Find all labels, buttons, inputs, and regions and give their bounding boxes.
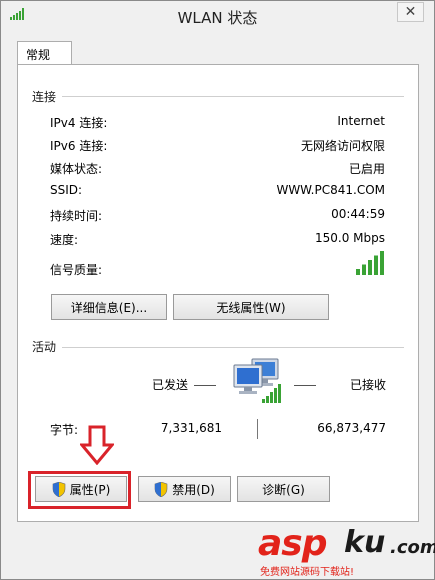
disable-button[interactable]: 禁用(D) <box>138 476 231 502</box>
bytes-sent-value: 7,331,681 <box>160 421 222 435</box>
section-divider <box>62 96 404 97</box>
connection-section-title: 连接 <box>32 90 57 104</box>
bytes-received-value: 66,873,477 <box>317 421 386 435</box>
ipv4-value: Internet <box>337 114 385 128</box>
activity-section-title: 活动 <box>32 340 57 354</box>
watermark-tagline: 免费网站源码下载站! <box>260 567 355 578</box>
speed-value: 150.0 Mbps <box>314 231 385 245</box>
down-arrow-icon <box>80 425 114 465</box>
duration-value: 00:44:59 <box>331 207 385 221</box>
diagnose-button[interactable]: 诊断(G) <box>237 476 330 502</box>
received-label: 已接收 <box>350 378 387 392</box>
network-computers-icon <box>233 358 281 403</box>
general-panel: 连接 IPv4 连接: Internet IPv6 连接: 无网络访问权限 媒体… <box>17 64 419 522</box>
details-button[interactable]: 详细信息(E)... <box>51 294 167 320</box>
close-button[interactable]: ✕ <box>397 2 424 22</box>
media-state-label: 媒体状态: <box>50 162 103 176</box>
signal-bar <box>356 269 360 275</box>
signal-quality-icon <box>356 251 384 275</box>
window-title: WLAN 状态 <box>177 9 258 27</box>
sent-line <box>194 385 216 386</box>
signal-bar <box>374 255 378 275</box>
ssid-value: WWW.PC841.COM <box>276 183 385 197</box>
wlan-status-dialog: WLAN 状态 ✕ 常规 连接 IPv4 连接: Internet IPv6 连… <box>0 0 435 580</box>
bytes-label: 字节: <box>50 423 79 437</box>
speed-label: 速度: <box>50 233 79 247</box>
ipv6-label: IPv6 连接: <box>50 139 108 153</box>
ssid-label: SSID: <box>50 183 83 197</box>
highlight-box <box>28 471 131 509</box>
title-bar: WLAN 状态 ✕ <box>1 1 434 31</box>
brand-watermark: asp ku .com 免费网站源码下载站! <box>258 519 435 578</box>
signal-bar <box>380 251 384 275</box>
sent-label: 已发送 <box>152 378 189 392</box>
watermark-ku: ku <box>344 525 386 560</box>
media-state-value: 已启用 <box>348 162 385 176</box>
wireless-properties-button[interactable]: 无线属性(W) <box>173 294 329 320</box>
received-line <box>294 385 316 386</box>
signal-quality-label: 信号质量: <box>50 263 103 277</box>
watermark-asp: asp <box>258 523 327 564</box>
close-icon: ✕ <box>404 4 417 20</box>
section-divider <box>62 347 404 348</box>
ipv4-label: IPv4 连接: <box>50 116 108 130</box>
signal-bar <box>368 260 372 275</box>
bytes-separator <box>257 419 258 439</box>
signal-bar <box>362 264 366 275</box>
tab-general[interactable]: 常规 <box>17 41 72 65</box>
disable-button-label: 禁用(D) <box>172 482 215 497</box>
watermark-com: .com <box>390 537 435 558</box>
uac-shield-icon <box>154 481 168 497</box>
ipv6-value: 无网络访问权限 <box>300 139 385 153</box>
duration-label: 持续时间: <box>50 209 103 223</box>
